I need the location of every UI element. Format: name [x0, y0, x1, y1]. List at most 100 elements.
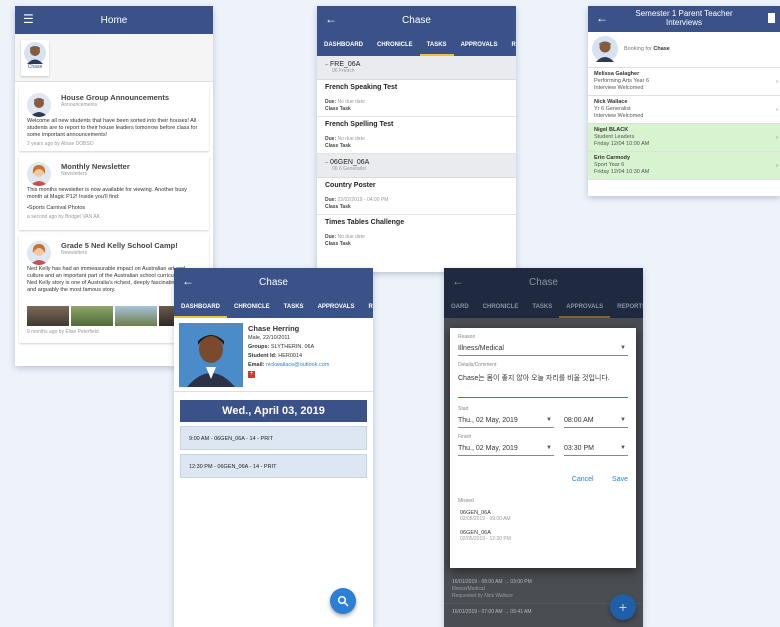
post-photo[interactable] — [71, 306, 113, 326]
tab-tasks[interactable]: TASKS — [525, 296, 559, 318]
tab-approvals[interactable]: APPROVALS — [454, 34, 505, 56]
start-time: 08:00 AM — [564, 417, 594, 424]
task-type: Class Task — [325, 143, 351, 149]
finish-time: 03:30 PM — [564, 445, 594, 452]
dropdown-caret-icon: ▼ — [620, 445, 626, 451]
teacher-name: Erin Carmody — [594, 155, 631, 161]
teacher-row-booked[interactable]: Erin Carmody Sport Year 6 Friday 12/04 1… — [588, 152, 780, 180]
add-fab[interactable]: + — [610, 594, 636, 620]
class-group-header[interactable]: – FRE_06A 06 French — [317, 56, 516, 80]
dropdown-caret-icon: ▼ — [546, 445, 552, 451]
chevron-right-icon: › — [776, 79, 778, 85]
class-name: 06 French — [332, 68, 355, 74]
post-photo[interactable] — [115, 306, 157, 326]
student-email[interactable]: nickwallace@outlook.com — [266, 362, 329, 368]
page-title-line1: Semester 1 Parent Teacher — [635, 9, 733, 18]
page-title: Chase — [259, 276, 288, 288]
due-label: Due: — [325, 136, 337, 142]
page-title-line2: Interviews — [665, 18, 702, 27]
dashboard-screen: ← Chase DASHBOARD CHRONICLE TASKS APPROV… — [174, 268, 373, 627]
tab-approvals[interactable]: APPROVALS — [559, 296, 611, 318]
teacher-row-booked[interactable]: Nigel BLACK Student Leaders Friday 12/04… — [588, 124, 780, 152]
post-photo[interactable] — [27, 306, 69, 326]
dropdown-caret-icon: ▼ — [546, 417, 552, 423]
booking-time: Friday 12/04 10:30 AM — [594, 169, 650, 175]
student-card: Chase Herring Male, 22/10/2011 Groups: S… — [174, 318, 373, 392]
finish-time-select[interactable]: 03:30 PM ▼ — [564, 442, 628, 456]
class-group-header[interactable]: – 06GEN_06A 06 6 Generalist — [317, 154, 516, 178]
tab-dashboard[interactable]: DASHBOARD — [317, 34, 370, 56]
search-icon — [337, 595, 349, 607]
class-code: 06GEN_06A — [330, 159, 370, 166]
medical-alert-icon[interactable]: + — [248, 371, 255, 378]
reason-select[interactable]: Illness/Medical ▼ — [458, 342, 628, 356]
tasks-app-bar: ← Chase — [317, 6, 516, 34]
start-time-select[interactable]: 08:00 AM ▼ — [564, 414, 628, 428]
start-date-select[interactable]: Thu., 02 May, 2019 ▼ — [458, 414, 554, 428]
tab-tasks[interactable]: TASKS — [419, 34, 454, 56]
post-title: House Group Announcements — [61, 93, 170, 102]
approvals-screen: ← Chase OARD CHRONICLE TASKS APPROVALS R… — [444, 268, 643, 627]
teacher-name: Nick Wallace — [594, 99, 628, 105]
tab-dashboard[interactable]: OARD — [444, 296, 476, 318]
home-app-bar: ☰ Home — [15, 6, 213, 34]
teacher-subject: Sport Year 6 — [594, 162, 625, 168]
details-input[interactable]: Chase는 몸이 좋지 않아 오늘 자리를 비울 것입니다. — [458, 370, 628, 398]
groups-label: Groups: — [248, 344, 270, 350]
due-label: Due: — [325, 197, 337, 203]
tab-reports[interactable]: REPORTS — [610, 296, 643, 318]
task-item[interactable]: French Speaking Test Due: No due date Cl… — [317, 80, 516, 117]
person-icon — [30, 244, 48, 265]
finish-date-select[interactable]: Thu., 02 May, 2019 ▼ — [458, 442, 554, 456]
task-title: Times Tables Challenge — [325, 219, 405, 226]
post-card[interactable]: House Group Announcements Announcements … — [19, 87, 209, 151]
approval-time: 16/01/2019 - 08:00 AM → 03:00 PM — [452, 579, 532, 585]
chevron-right-icon: › — [776, 107, 778, 113]
profile-chip[interactable]: Chase — [21, 40, 49, 76]
tab-reports[interactable]: REPO — [504, 34, 516, 56]
tab-chronicle[interactable]: CHRONICLE — [476, 296, 526, 318]
profile-name: Chase — [27, 64, 43, 70]
post-subtitle: Newsletters — [61, 171, 88, 177]
task-item[interactable]: Country Poster Due: 22/02/2019 - 04:00 P… — [317, 178, 516, 215]
email-label: Email: — [248, 362, 265, 368]
due-value: 22/02/2019 - 04:00 PM — [337, 197, 389, 203]
post-subtitle: Announcements — [61, 102, 98, 108]
cancel-button[interactable]: Cancel — [572, 476, 594, 483]
missed-time: 02/05/2019 - 12:30 PM — [460, 536, 511, 542]
person-icon — [30, 98, 48, 117]
tab-reports[interactable]: REP — [361, 296, 373, 318]
tab-approvals[interactable]: APPROVALS — [311, 296, 362, 318]
schedule-item[interactable]: 9:00 AM - 06GEN_06A - 14 - PRIT — [180, 426, 367, 450]
document-icon[interactable] — [768, 13, 775, 23]
teacher-subject: Yr 6 Generalist — [594, 106, 631, 112]
approval-requester: Requested by Nick Wallace — [452, 593, 513, 599]
tab-dashboard[interactable]: DASHBOARD — [174, 296, 227, 318]
author-avatar — [27, 162, 51, 186]
tasks-screen: ← Chase DASHBOARD CHRONICLE TASKS APPROV… — [317, 6, 516, 272]
page-title: Semester 1 Parent Teacher Interviews — [588, 9, 780, 27]
pt-app-bar: ← Semester 1 Parent Teacher Interviews — [588, 6, 780, 32]
search-fab[interactable] — [330, 588, 356, 614]
schedule-item[interactable]: 12:30 PM - 06GEN_06A - 14 - PRIT — [180, 454, 367, 478]
save-button[interactable]: Save — [612, 476, 628, 483]
dropdown-caret-icon: ▼ — [620, 345, 626, 351]
tab-chronicle[interactable]: CHRONICLE — [370, 34, 420, 56]
task-item[interactable]: French Spelling Test Due: No due date Cl… — [317, 117, 516, 154]
tab-chronicle[interactable]: CHRONICLE — [227, 296, 277, 318]
due-label: Due: — [325, 99, 337, 105]
task-item[interactable]: Times Tables Challenge Due: No due date … — [317, 215, 516, 251]
student-id-label: Student Id: — [248, 353, 277, 359]
teacher-row[interactable]: Nick Wallace Yr 6 Generalist Interview W… — [588, 96, 780, 124]
plus-icon: + — [618, 599, 628, 615]
teacher-row[interactable]: Melissa Galagher Performing Arts Year 6 … — [588, 68, 780, 96]
booking-name: Chase — [653, 46, 670, 52]
post-card[interactable]: Monthly Newsletter Newsletters This mont… — [19, 156, 209, 230]
reason-label: Reason — [458, 334, 476, 340]
parent-teacher-screen: ← Semester 1 Parent Teacher Interviews B… — [588, 6, 780, 196]
person-icon — [30, 165, 48, 186]
task-type: Class Task — [325, 204, 351, 210]
page-title: Home — [100, 14, 128, 26]
chevron-right-icon: › — [776, 135, 778, 141]
tab-tasks[interactable]: TASKS — [277, 296, 311, 318]
